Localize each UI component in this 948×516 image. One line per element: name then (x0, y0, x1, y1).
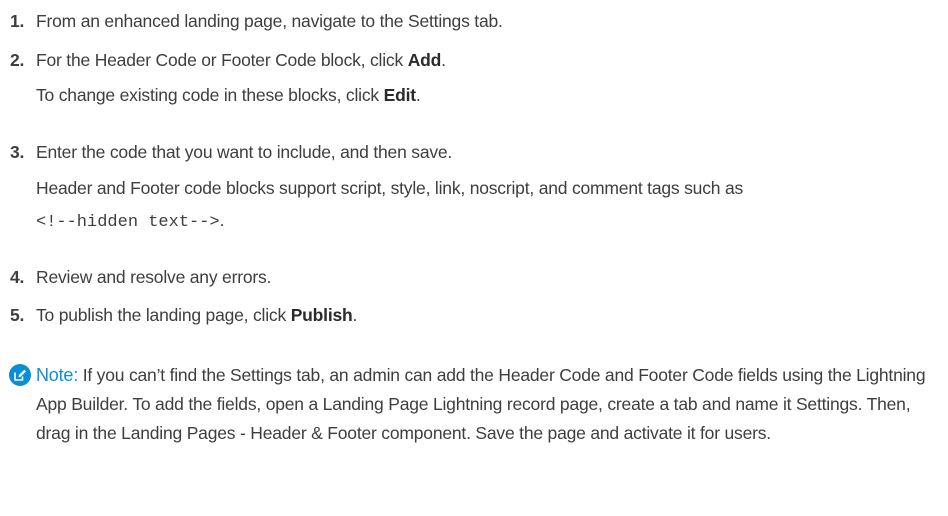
step-text-part: To publish the landing page, click (36, 305, 291, 325)
note-text: If you can’t find the Settings tab, an a… (36, 365, 926, 443)
step-text: Enter the code that you want to include,… (36, 142, 453, 162)
step-text-part: . (352, 305, 358, 325)
edit-label: Edit (383, 85, 416, 105)
step-text-part: . (441, 50, 446, 70)
step-text-part: For the Header Code or Footer Code block… (36, 50, 408, 70)
step-number: 4. (10, 267, 25, 287)
step-3-detail: Header and Footer code blocks support sc… (36, 178, 744, 198)
detail-text: . (219, 210, 225, 230)
detail-text: . (415, 85, 421, 105)
publish-label: Publish (290, 305, 353, 325)
step-3-detail-code: <!--hidden text-->. (36, 210, 224, 232)
step-number: 5. (10, 305, 25, 325)
detail-text: To change existing code in these blocks,… (36, 85, 384, 105)
step-2-detail: To change existing code in these blocks,… (36, 85, 421, 106)
add-label: Add (407, 50, 442, 70)
step-text: Review and resolve any errors. (36, 267, 272, 287)
step-text: To publish the landing page, click Publi… (36, 305, 357, 326)
document-page: 1. From an enhanced landing page, naviga… (0, 0, 948, 516)
step-number: 3. (10, 142, 25, 162)
step-number: 1. (10, 11, 25, 31)
note-edit-icon (9, 364, 31, 386)
note-box: Note: If you can’t find the Settings tab… (36, 361, 941, 448)
step-number: 2. (10, 50, 25, 70)
code-sample: <!--hidden text--> (36, 213, 220, 232)
note-label: Note: (36, 365, 79, 385)
step-text: For the Header Code or Footer Code block… (36, 50, 446, 71)
step-text: From an enhanced landing page, navigate … (36, 11, 503, 31)
